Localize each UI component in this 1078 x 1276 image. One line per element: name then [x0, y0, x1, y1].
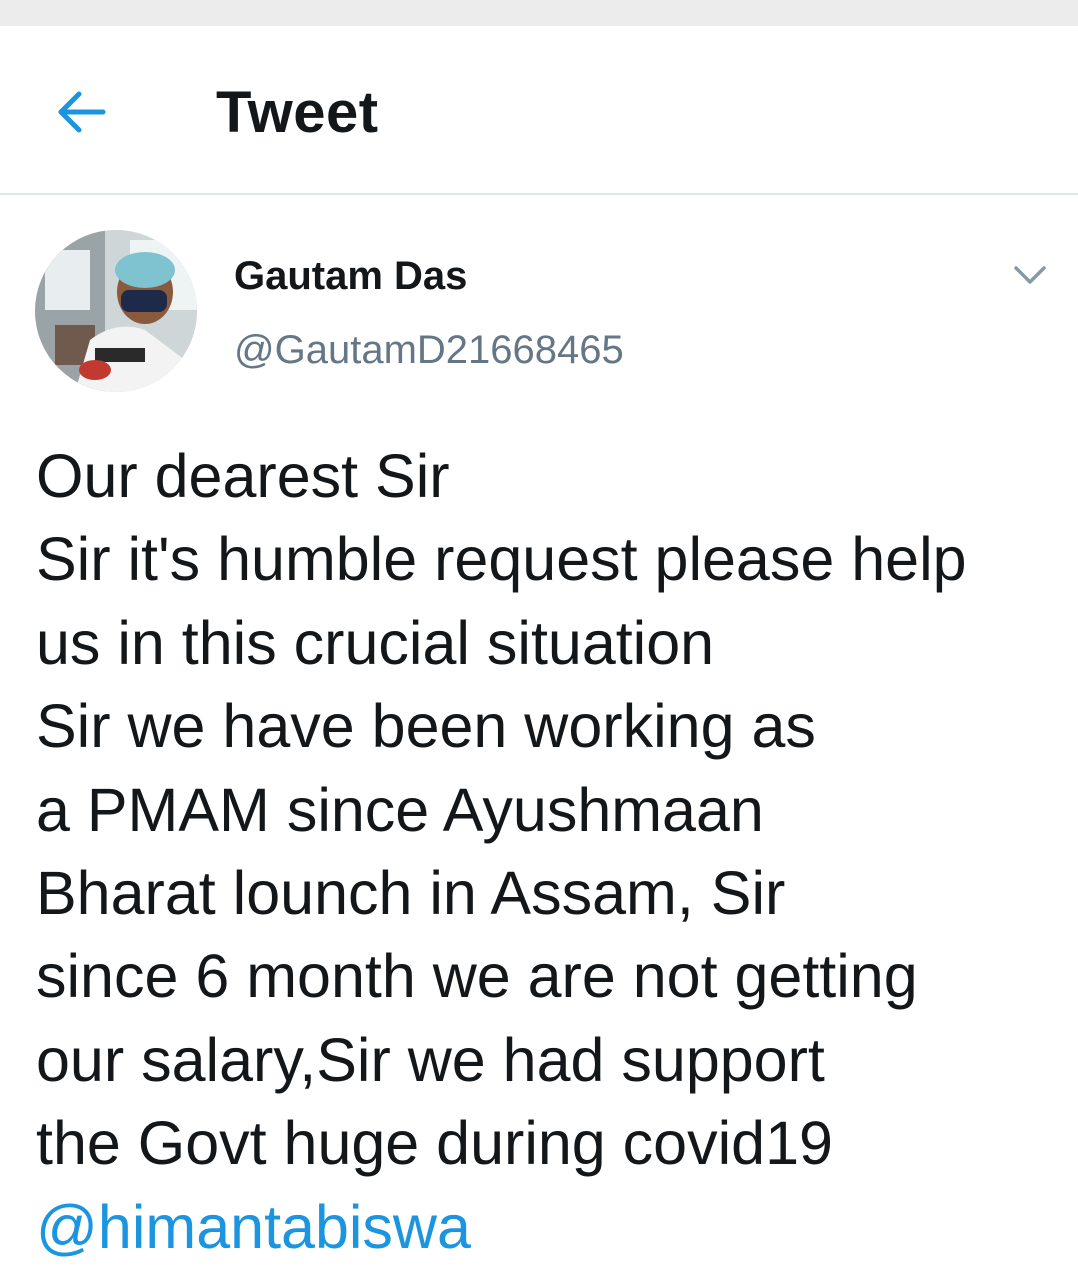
tweet-screen: Tweet Gautam Das @GautamD21668465 Our de… [0, 0, 1078, 1276]
author-name[interactable]: Gautam Das [234, 251, 467, 301]
tweet-text-line: since 6 month we are not getting [36, 942, 918, 1011]
status-bar [0, 0, 1078, 26]
tweet-text: Our dearest Sir Sir it's humble request … [36, 435, 1066, 1269]
avatar[interactable] [35, 230, 197, 392]
profile-photo [35, 230, 197, 392]
tweet-text-line: Sir it's humble request please help [36, 525, 967, 594]
top-app-bar: Tweet [0, 26, 1078, 195]
author-handle[interactable]: @GautamD21668465 [234, 325, 624, 375]
tweet-text-line: our salary,Sir we had support [36, 1025, 825, 1094]
chevron-down-icon [1014, 266, 1046, 284]
tweet-text-line: Our dearest Sir [36, 442, 450, 510]
tweet-text-line: a PMAM since Ayushmaan [36, 775, 764, 844]
tweet-detail: Gautam Das @GautamD21668465 Our dearest … [0, 195, 1078, 1276]
tweet-text-line: Sir we have been working as [36, 692, 816, 761]
arrow-left-icon [58, 91, 106, 133]
tweet-menu-button[interactable] [1005, 253, 1055, 297]
tweet-text-line: us in this crucial situation [36, 608, 715, 677]
mention-link[interactable]: @himantabiswa [36, 1186, 1066, 1269]
tweet-text-line: Bharat lounch in Assam, Sir [36, 859, 786, 928]
page-title: Tweet [216, 80, 379, 145]
back-button[interactable] [50, 84, 112, 140]
tweet-text-line: the Govt huge during covid19 [36, 1109, 833, 1178]
